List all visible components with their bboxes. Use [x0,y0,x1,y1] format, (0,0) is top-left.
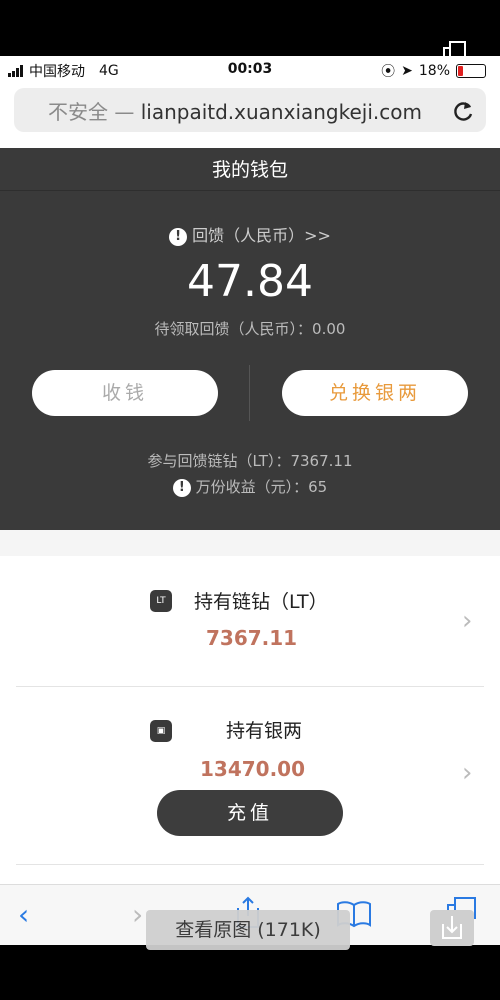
info-icon: ! [169,227,188,246]
chevron-right-icon[interactable]: › [462,606,472,636]
back-icon[interactable]: ‹ [18,898,29,931]
holding-title: 持有链钻（LT） [194,591,328,613]
page-title: 我的钱包 [0,150,500,191]
holding-value: 13470.00 [200,757,306,781]
status-bar: 中国移动 4G 00:03 ⦿ ➤ 18% [0,56,500,84]
holding-value: 7367.11 [206,626,298,650]
exchange-silver-button[interactable]: 兑换银两 [282,370,468,416]
feedback-link[interactable]: ! 回馈（人民币）>> [0,222,500,246]
url-domain: lianpaitd.xuanxiangkeji.com [140,99,422,124]
reload-icon[interactable] [450,98,476,124]
yield-text: 万份收益（元）：65 [195,478,328,496]
feedback-amount: 47.84 [187,256,313,307]
divider [249,365,250,421]
silver-icon: ▣ [150,720,172,742]
pending-feedback: 待领取回馈（人民币）：0.00 [154,320,346,338]
holding-row-lt[interactable] [0,560,500,686]
download-icon [442,916,462,939]
address-bar[interactable]: 不安全 — lianpaitd.xuanxiangkeji.com [14,88,486,132]
row-divider [16,686,484,687]
info-icon: ! [172,478,191,497]
insecure-label: 不安全 — [48,99,135,124]
chevron-right-icon[interactable]: › [462,758,472,788]
location-icon: ➤ [401,63,413,79]
copy-icon[interactable] [442,40,468,66]
lt-participation: 参与回馈链钻（LT）：7367.11 [147,452,353,470]
battery-icon [456,64,486,78]
collect-button[interactable]: 收钱 [32,370,218,416]
feedback-label: 回馈（人民币）>> [192,226,331,245]
lock-rotation-icon: ⦿ [381,64,396,80]
download-button[interactable] [430,910,474,946]
holding-title: 持有银两 [226,720,303,742]
section-gap [0,530,500,556]
yield-line: ! 万份收益（元）：65 [0,476,500,497]
wallet-panel [0,148,500,530]
lt-icon: LT [150,590,172,612]
forward-icon[interactable]: › [132,898,143,931]
recharge-button[interactable]: 充值 [157,790,343,836]
view-original-button[interactable]: 查看原图 (171K) [146,910,350,950]
row-divider [16,864,484,865]
